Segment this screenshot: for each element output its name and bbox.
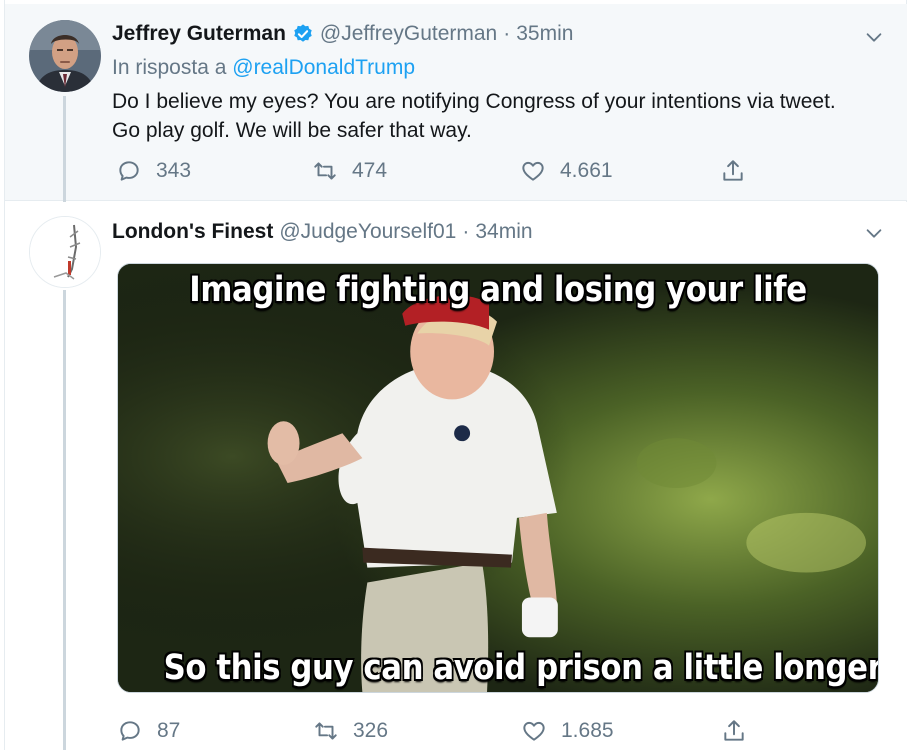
retweet-icon (315, 722, 337, 740)
tweet-actions: 87 326 1.685 (117, 718, 767, 748)
author-name[interactable]: London's Finest (112, 220, 273, 244)
share-button[interactable] (720, 158, 746, 184)
thread-connector-line (63, 96, 66, 202)
retweet-button[interactable]: 326 (313, 718, 388, 744)
like-button[interactable]: 4.661 (520, 158, 613, 184)
author-handle[interactable]: @JeffreyGuterman (320, 22, 497, 46)
separator-dot: · (462, 220, 470, 243)
share-icon (724, 720, 744, 741)
heart-icon (523, 721, 545, 741)
tweet-header: Jeffrey Guterman @JeffreyGuterman · 35mi… (112, 22, 573, 46)
retweet-button[interactable]: 474 (312, 158, 387, 184)
avatar[interactable] (29, 20, 101, 92)
tweet-timestamp[interactable]: 34min (475, 220, 532, 244)
verified-badge-icon (292, 23, 314, 45)
separator-dot: · (503, 22, 511, 45)
tweet-timestamp[interactable]: 35min (516, 22, 573, 46)
share-icon (723, 160, 743, 181)
tweet-header: London's Finest @JudgeYourself01 · 34min (112, 220, 533, 244)
meme-top-caption: Imagine fighting and losing your life (189, 270, 807, 310)
tweet-actions: 343 474 4.661 (112, 158, 762, 188)
share-button[interactable] (721, 718, 747, 744)
retweet-count: 326 (353, 719, 389, 742)
reply-context: In risposta a @realDonaldTrump (112, 56, 415, 80)
like-count: 4.661 (560, 159, 613, 182)
reply-prefix: In risposta a (112, 56, 227, 79)
tweet-media-image[interactable]: Imagine fighting and losing your life So… (117, 263, 879, 693)
reply-count: 343 (156, 159, 192, 182)
thread-connector-line (63, 290, 66, 750)
reply-count: 87 (157, 719, 181, 742)
author-name[interactable]: Jeffrey Guterman (112, 22, 286, 46)
chevron-down-icon[interactable] (863, 222, 885, 244)
tweet-text: Do I believe my eyes? You are notifying … (112, 90, 836, 142)
reply-bubble-icon (119, 161, 139, 181)
heart-icon (522, 161, 544, 181)
reply-button[interactable]: 87 (117, 718, 180, 744)
chevron-down-icon[interactable] (863, 26, 885, 48)
meme-bottom-caption: So this guy can avoid prison a little lo… (163, 648, 879, 688)
retweet-icon (314, 162, 336, 180)
retweet-count: 474 (352, 159, 388, 182)
avatar[interactable] (29, 216, 101, 288)
meme-photo (118, 264, 878, 692)
reply-button[interactable]: 343 (116, 158, 191, 184)
like-button[interactable]: 1.685 (521, 718, 614, 744)
author-handle[interactable]: @JudgeYourself01 (279, 220, 456, 244)
like-count: 1.685 (561, 719, 614, 742)
reply-bubble-icon (120, 721, 140, 741)
reply-mention-link[interactable]: @realDonaldTrump (232, 56, 415, 79)
